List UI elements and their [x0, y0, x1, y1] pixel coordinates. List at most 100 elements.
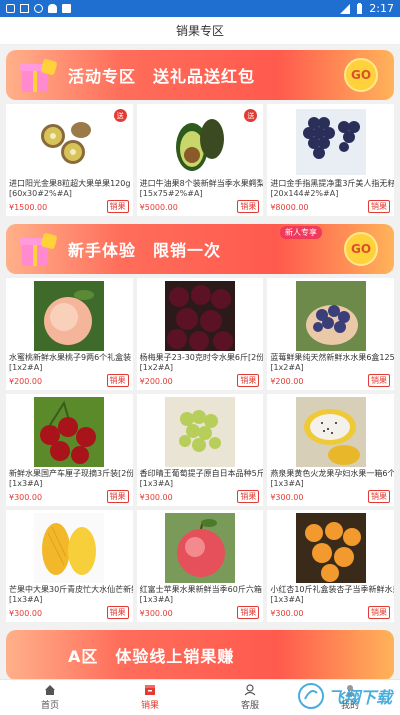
notification-icon: [6, 4, 15, 13]
status-bar: 2:17: [0, 0, 400, 17]
gift-icon: [20, 233, 57, 266]
sell-fruit-button[interactable]: 销果: [106, 200, 129, 213]
battery-icon: [357, 3, 363, 14]
sell-fruit-button[interactable]: 销果: [367, 200, 390, 213]
product-name: 进口金手指黑提净重3斤美人指无籽: [270, 179, 394, 188]
product-name: 芒果中大果30斤青皮忙大水仙芒新鲜: [9, 585, 133, 594]
activity-banner-title: 活动专区 送礼品送红包: [68, 67, 256, 86]
product-image-peach: [10, 281, 129, 351]
product-image-cherry: [10, 397, 129, 467]
watermark-logo-icon: [297, 683, 324, 709]
gift-badge: 送: [113, 109, 127, 122]
product-spec: [1x3#A]: [9, 595, 43, 604]
product-price: ¥1500.00: [9, 203, 48, 212]
shop-icon: [145, 685, 155, 695]
activity-banner[interactable]: 活动专区 送礼品送红包 GO: [6, 50, 394, 100]
sell-fruit-button[interactable]: 销果: [237, 606, 260, 619]
product-card[interactable]: 红富士苹果水果新鲜当季60斤六箱 [1x3#A] ¥300.00 销果: [136, 510, 264, 622]
newbie-banner[interactable]: 新手体验 限销一次 新人专享 GO: [6, 224, 394, 274]
service-icon: [244, 684, 256, 696]
sell-fruit-button[interactable]: 销果: [106, 606, 129, 619]
product-card[interactable]: 送 进口牛油果8个装新鲜当季水果鳄梨 [15x75#2%#A] ¥5000.00…: [136, 104, 264, 216]
status-icons-left: [6, 4, 71, 13]
product-card[interactable]: 送 进口阳光金果8粒超大果单果120g [60x30#2%#A] ¥1500.0…: [6, 104, 133, 216]
product-spec: [1x2#A]: [270, 363, 304, 372]
area-banner-title: A区 体验线上销果赚: [68, 647, 235, 666]
sell-fruit-button[interactable]: 销果: [106, 374, 129, 387]
product-spec: [1x3#A]: [270, 595, 304, 604]
main-content[interactable]: 活动专区 送礼品送红包 GO 送 进口阳光金果8粒超大果单果120g [60x3…: [0, 45, 400, 679]
product-name: 水蜜桃新鲜水果桃子9两6个礼盒装: [9, 353, 132, 362]
sell-fruit-button[interactable]: 销果: [237, 374, 260, 387]
signal-icon: [340, 3, 351, 14]
product-spec: [1x2#A]: [139, 363, 173, 372]
product-name: 小红杏10斤礼盒装杏子当季新鲜水果: [270, 585, 394, 594]
product-image-apple: [141, 513, 260, 583]
home-icon: [45, 685, 55, 695]
tab-label: 首页: [40, 701, 59, 711]
product-spec: [1x2#A]: [9, 363, 43, 372]
tab-label: 客服: [240, 701, 259, 711]
product-name: 进口牛油果8个装新鲜当季水果鳄梨: [139, 179, 264, 188]
product-name: 新鲜水果国产车厘子现摘3斤装[2份]: [9, 469, 133, 478]
page-title: 销果专区: [0, 17, 400, 45]
activity-product-grid: 送 进口阳光金果8粒超大果单果120g [60x30#2%#A] ¥1500.0…: [0, 100, 400, 216]
product-card[interactable]: 燕泉果黄色火龙果孕妇水果一箱6个 [1x3#A] ¥300.00 销果: [267, 394, 394, 506]
product-price: ¥300.00: [139, 493, 173, 502]
sell-fruit-button[interactable]: 销果: [237, 490, 260, 503]
product-price: ¥200.00: [270, 377, 304, 386]
settings-icon: [34, 4, 43, 13]
product-price: ¥300.00: [9, 493, 43, 502]
sell-fruit-button[interactable]: 销果: [367, 374, 390, 387]
product-price: ¥8000.00: [270, 203, 309, 212]
product-price: ¥5000.00: [139, 203, 178, 212]
area-banner[interactable]: A区 体验线上销果赚: [6, 630, 394, 679]
status-time: 2:17: [369, 2, 394, 15]
product-card[interactable]: 芒果中大果30斤青皮忙大水仙芒新鲜 [1x3#A] ¥300.00 销果: [6, 510, 133, 622]
android-icon: [48, 4, 57, 13]
product-spec: [1x3#A]: [139, 479, 173, 488]
product-price: ¥300.00: [9, 609, 43, 618]
product-price: ¥300.00: [270, 609, 304, 618]
sell-fruit-button[interactable]: 销果: [237, 200, 260, 213]
product-image-green-grape: [141, 397, 260, 467]
sell-fruit-button[interactable]: 销果: [367, 606, 390, 619]
product-image-bayberry: [141, 281, 260, 351]
product-spec: [15x75#2%#A]: [139, 189, 203, 198]
product-spec: [1x3#A]: [270, 479, 304, 488]
product-image-mango: [10, 513, 129, 583]
watermark-text: 飞翔下载: [327, 688, 392, 707]
product-card[interactable]: 蓝莓鲜果纯天然新鲜水水果6盒125g [1x2#A] ¥200.00 销果: [267, 278, 394, 390]
tab-home[interactable]: 首页: [0, 680, 100, 715]
go-button[interactable]: GO: [344, 232, 378, 266]
watermark: 飞翔下载: [297, 683, 392, 709]
product-name: 进口阳光金果8粒超大果单果120g: [9, 179, 131, 188]
notification-icon: [20, 4, 29, 13]
tab-sell-fruit[interactable]: 销果: [100, 680, 200, 715]
product-name: 蓝莓鲜果纯天然新鲜水水果6盒125g: [270, 353, 394, 362]
product-image-grape: [271, 107, 390, 177]
product-card[interactable]: 香印晴王葡萄提子原自日本品种5斤 [1x3#A] ¥300.00 销果: [136, 394, 264, 506]
newbie-banner-title: 新手体验 限销一次: [68, 241, 222, 260]
sell-fruit-button[interactable]: 销果: [106, 490, 129, 503]
product-card[interactable]: 水蜜桃新鲜水果桃子9两6个礼盒装 [1x2#A] ¥200.00 销果: [6, 278, 133, 390]
product-card[interactable]: 小红杏10斤礼盒装杏子当季新鲜水果 [1x3#A] ¥300.00 销果: [267, 510, 394, 622]
product-name: 红富士苹果水果新鲜当季60斤六箱: [139, 585, 262, 594]
gift-badge: 送: [244, 109, 258, 122]
product-image-apricot: [271, 513, 390, 583]
product-card[interactable]: 杨梅果子23-30克时令水果6斤[2份] [1x2#A] ¥200.00 销果: [136, 278, 264, 390]
product-image-kiwi: 送: [10, 107, 129, 177]
tab-label: 销果: [140, 701, 159, 711]
product-card[interactable]: 进口金手指黑提净重3斤美人指无籽 [20x144#2%#A] ¥8000.00 …: [267, 104, 394, 216]
product-price: ¥300.00: [139, 609, 173, 618]
product-spec: [1x3#A]: [9, 479, 43, 488]
product-price: ¥200.00: [139, 377, 173, 386]
go-button[interactable]: GO: [344, 58, 378, 92]
product-name: 燕泉果黄色火龙果孕妇水果一箱6个: [270, 469, 394, 478]
product-price: ¥300.00: [270, 493, 304, 502]
gift-icon: [20, 59, 57, 92]
tab-customer-service[interactable]: 客服: [200, 680, 300, 715]
sell-fruit-button[interactable]: 销果: [367, 490, 390, 503]
product-card[interactable]: 新鲜水果国产车厘子现摘3斤装[2份] [1x3#A] ¥300.00 销果: [6, 394, 133, 506]
new-user-badge: 新人专享: [280, 226, 322, 239]
